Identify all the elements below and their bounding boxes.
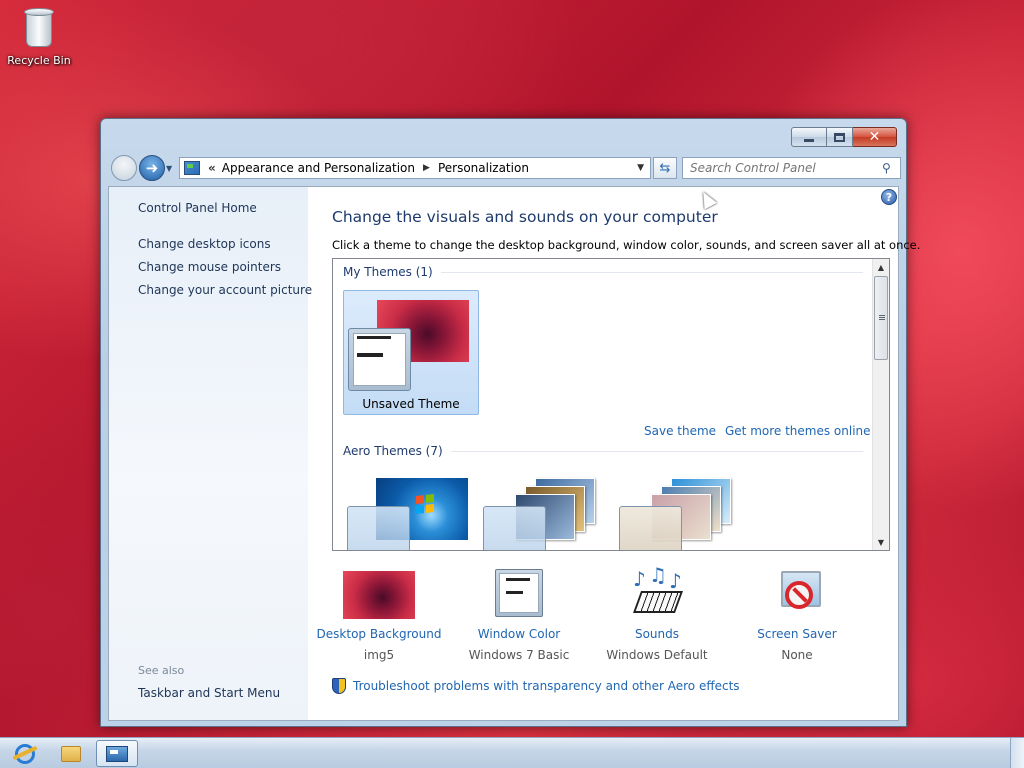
see-also-header: See also: [138, 664, 185, 677]
desktop-background-value: img5: [363, 648, 395, 662]
sounds-label[interactable]: Sounds: [587, 627, 727, 641]
sidebar: Control Panel Home Change desktop icons …: [109, 187, 312, 720]
desktop-background-setting[interactable]: Desktop Background img5: [309, 569, 449, 662]
title-bar[interactable]: ✕: [101, 119, 906, 155]
scroll-up-arrow-icon[interactable]: ▲: [873, 259, 889, 275]
get-more-themes-link[interactable]: Get more themes online: [725, 424, 871, 438]
recycle-bin-label: Recycle Bin: [7, 54, 71, 67]
refresh-button[interactable]: ⇆: [653, 157, 677, 179]
theme-tile-nature[interactable]: [615, 478, 741, 550]
desktop-background-label[interactable]: Desktop Background: [309, 627, 449, 641]
page-description: Click a theme to change the desktop back…: [332, 238, 921, 252]
my-themes-group-header[interactable]: My Themes (1): [343, 265, 863, 279]
arrow-right-icon: ➜: [145, 159, 159, 177]
sounds-value: Windows Default: [606, 648, 708, 662]
close-icon: ✕: [868, 129, 881, 145]
main-panel: ? Change the visuals and sounds on your …: [308, 187, 920, 720]
scrollbar-thumb[interactable]: [874, 276, 888, 360]
window-controls: ✕: [791, 127, 897, 147]
save-theme-link[interactable]: Save theme: [644, 424, 716, 438]
taskbar-internet-explorer[interactable]: [4, 740, 46, 767]
sidebar-link-taskbar-start-menu[interactable]: Taskbar and Start Menu: [138, 686, 280, 700]
page-title: Change the visuals and sounds on your co…: [332, 208, 718, 226]
shield-icon: [332, 678, 346, 694]
control-panel-icon: [184, 161, 200, 175]
windows-logo-icon: [416, 494, 434, 514]
scroll-down-arrow-icon[interactable]: ▼: [873, 534, 889, 550]
group-divider: [450, 450, 863, 452]
sounds-icon: ♪ ♫ ♪: [621, 563, 693, 619]
theme-name: Unsaved Theme: [362, 397, 460, 411]
sidebar-link-control-panel-home[interactable]: Control Panel Home: [138, 201, 257, 215]
close-button[interactable]: ✕: [853, 127, 897, 147]
search-icon[interactable]: ⚲: [882, 161, 900, 175]
my-themes-header-text: My Themes (1): [343, 265, 433, 279]
screen-saver-setting[interactable]: Screen Saver None: [727, 569, 867, 662]
glass-color-swatch-icon: [483, 506, 546, 550]
taskbar-windows-explorer[interactable]: [50, 740, 92, 767]
content-area: Control Panel Home Change desktop icons …: [108, 186, 920, 721]
minimize-icon: [804, 138, 814, 142]
refresh-icon: ⇆: [659, 160, 671, 176]
taskbar: [0, 737, 1024, 768]
aero-themes-header-text: Aero Themes (7): [343, 444, 443, 458]
theme-tile-windows-7[interactable]: [343, 478, 469, 550]
glass-color-swatch-icon: [619, 506, 682, 550]
sidebar-link-desktop-icons[interactable]: Change desktop icons: [138, 237, 271, 251]
show-desktop-button[interactable]: [1010, 738, 1024, 768]
screen-saver-icon: [761, 569, 833, 619]
control-panel-icon: [106, 745, 128, 762]
taskbar-control-panel[interactable]: [96, 740, 138, 767]
maximize-icon: [834, 132, 845, 142]
themes-scrollbar[interactable]: ▲ ▼: [872, 259, 889, 550]
navigation-bar: ➜ ▼ « Appearance and Personalization ▶ P…: [108, 155, 901, 181]
sounds-setting[interactable]: ♪ ♫ ♪ Sounds Windows Default: [587, 563, 727, 662]
minimize-button[interactable]: [791, 127, 827, 147]
desktop-background-icon: [343, 569, 415, 619]
personalization-window: ✕ ➜ ▼ « Appearance and Personalization ▶…: [100, 118, 920, 727]
back-button[interactable]: [111, 155, 137, 181]
internet-explorer-icon: [15, 743, 35, 764]
address-overflow-chevron[interactable]: «: [208, 161, 216, 175]
glass-color-swatch-icon: [347, 506, 410, 550]
theme-tile-unsaved[interactable]: Unsaved Theme: [343, 290, 479, 415]
window-color-label[interactable]: Window Color: [449, 627, 589, 641]
recycle-bin-desktop-icon[interactable]: Recycle Bin: [6, 6, 72, 67]
address-bar[interactable]: « Appearance and Personalization ▶ Perso…: [179, 157, 651, 179]
breadcrumb-personalization[interactable]: Personalization: [438, 161, 529, 175]
screen-saver-label[interactable]: Screen Saver: [727, 627, 867, 641]
window-color-setting[interactable]: Window Color Windows 7 Basic: [449, 569, 589, 662]
help-icon[interactable]: ?: [881, 189, 897, 205]
sidebar-link-account-picture[interactable]: Change your account picture: [138, 283, 312, 297]
troubleshoot-link[interactable]: Troubleshoot problems with transparency …: [353, 679, 740, 693]
folder-icon: [61, 745, 81, 762]
window-color-icon: [483, 569, 555, 619]
window-color-value: Windows 7 Basic: [468, 648, 570, 662]
recent-pages-dropdown-icon[interactable]: ▼: [166, 164, 172, 173]
group-divider: [440, 271, 863, 273]
forward-button[interactable]: ➜: [139, 155, 165, 181]
aero-themes-group-header[interactable]: Aero Themes (7): [343, 444, 863, 458]
breadcrumb-appearance[interactable]: Appearance and Personalization: [222, 161, 415, 175]
themes-list[interactable]: My Themes (1) Unsaved Theme Save theme G…: [332, 258, 890, 551]
address-dropdown-icon[interactable]: ▼: [637, 163, 644, 173]
search-input[interactable]: [683, 158, 882, 178]
maximize-button[interactable]: [827, 127, 853, 147]
theme-tile-architecture[interactable]: [479, 478, 605, 550]
search-box[interactable]: ⚲: [682, 157, 901, 179]
window-color-swatch-icon: [348, 328, 411, 391]
recycle-bin-icon: [22, 6, 56, 48]
breadcrumb-separator-icon[interactable]: ▶: [423, 163, 430, 173]
sidebar-link-mouse-pointers[interactable]: Change mouse pointers: [138, 260, 281, 274]
screen-saver-value: None: [781, 648, 813, 662]
